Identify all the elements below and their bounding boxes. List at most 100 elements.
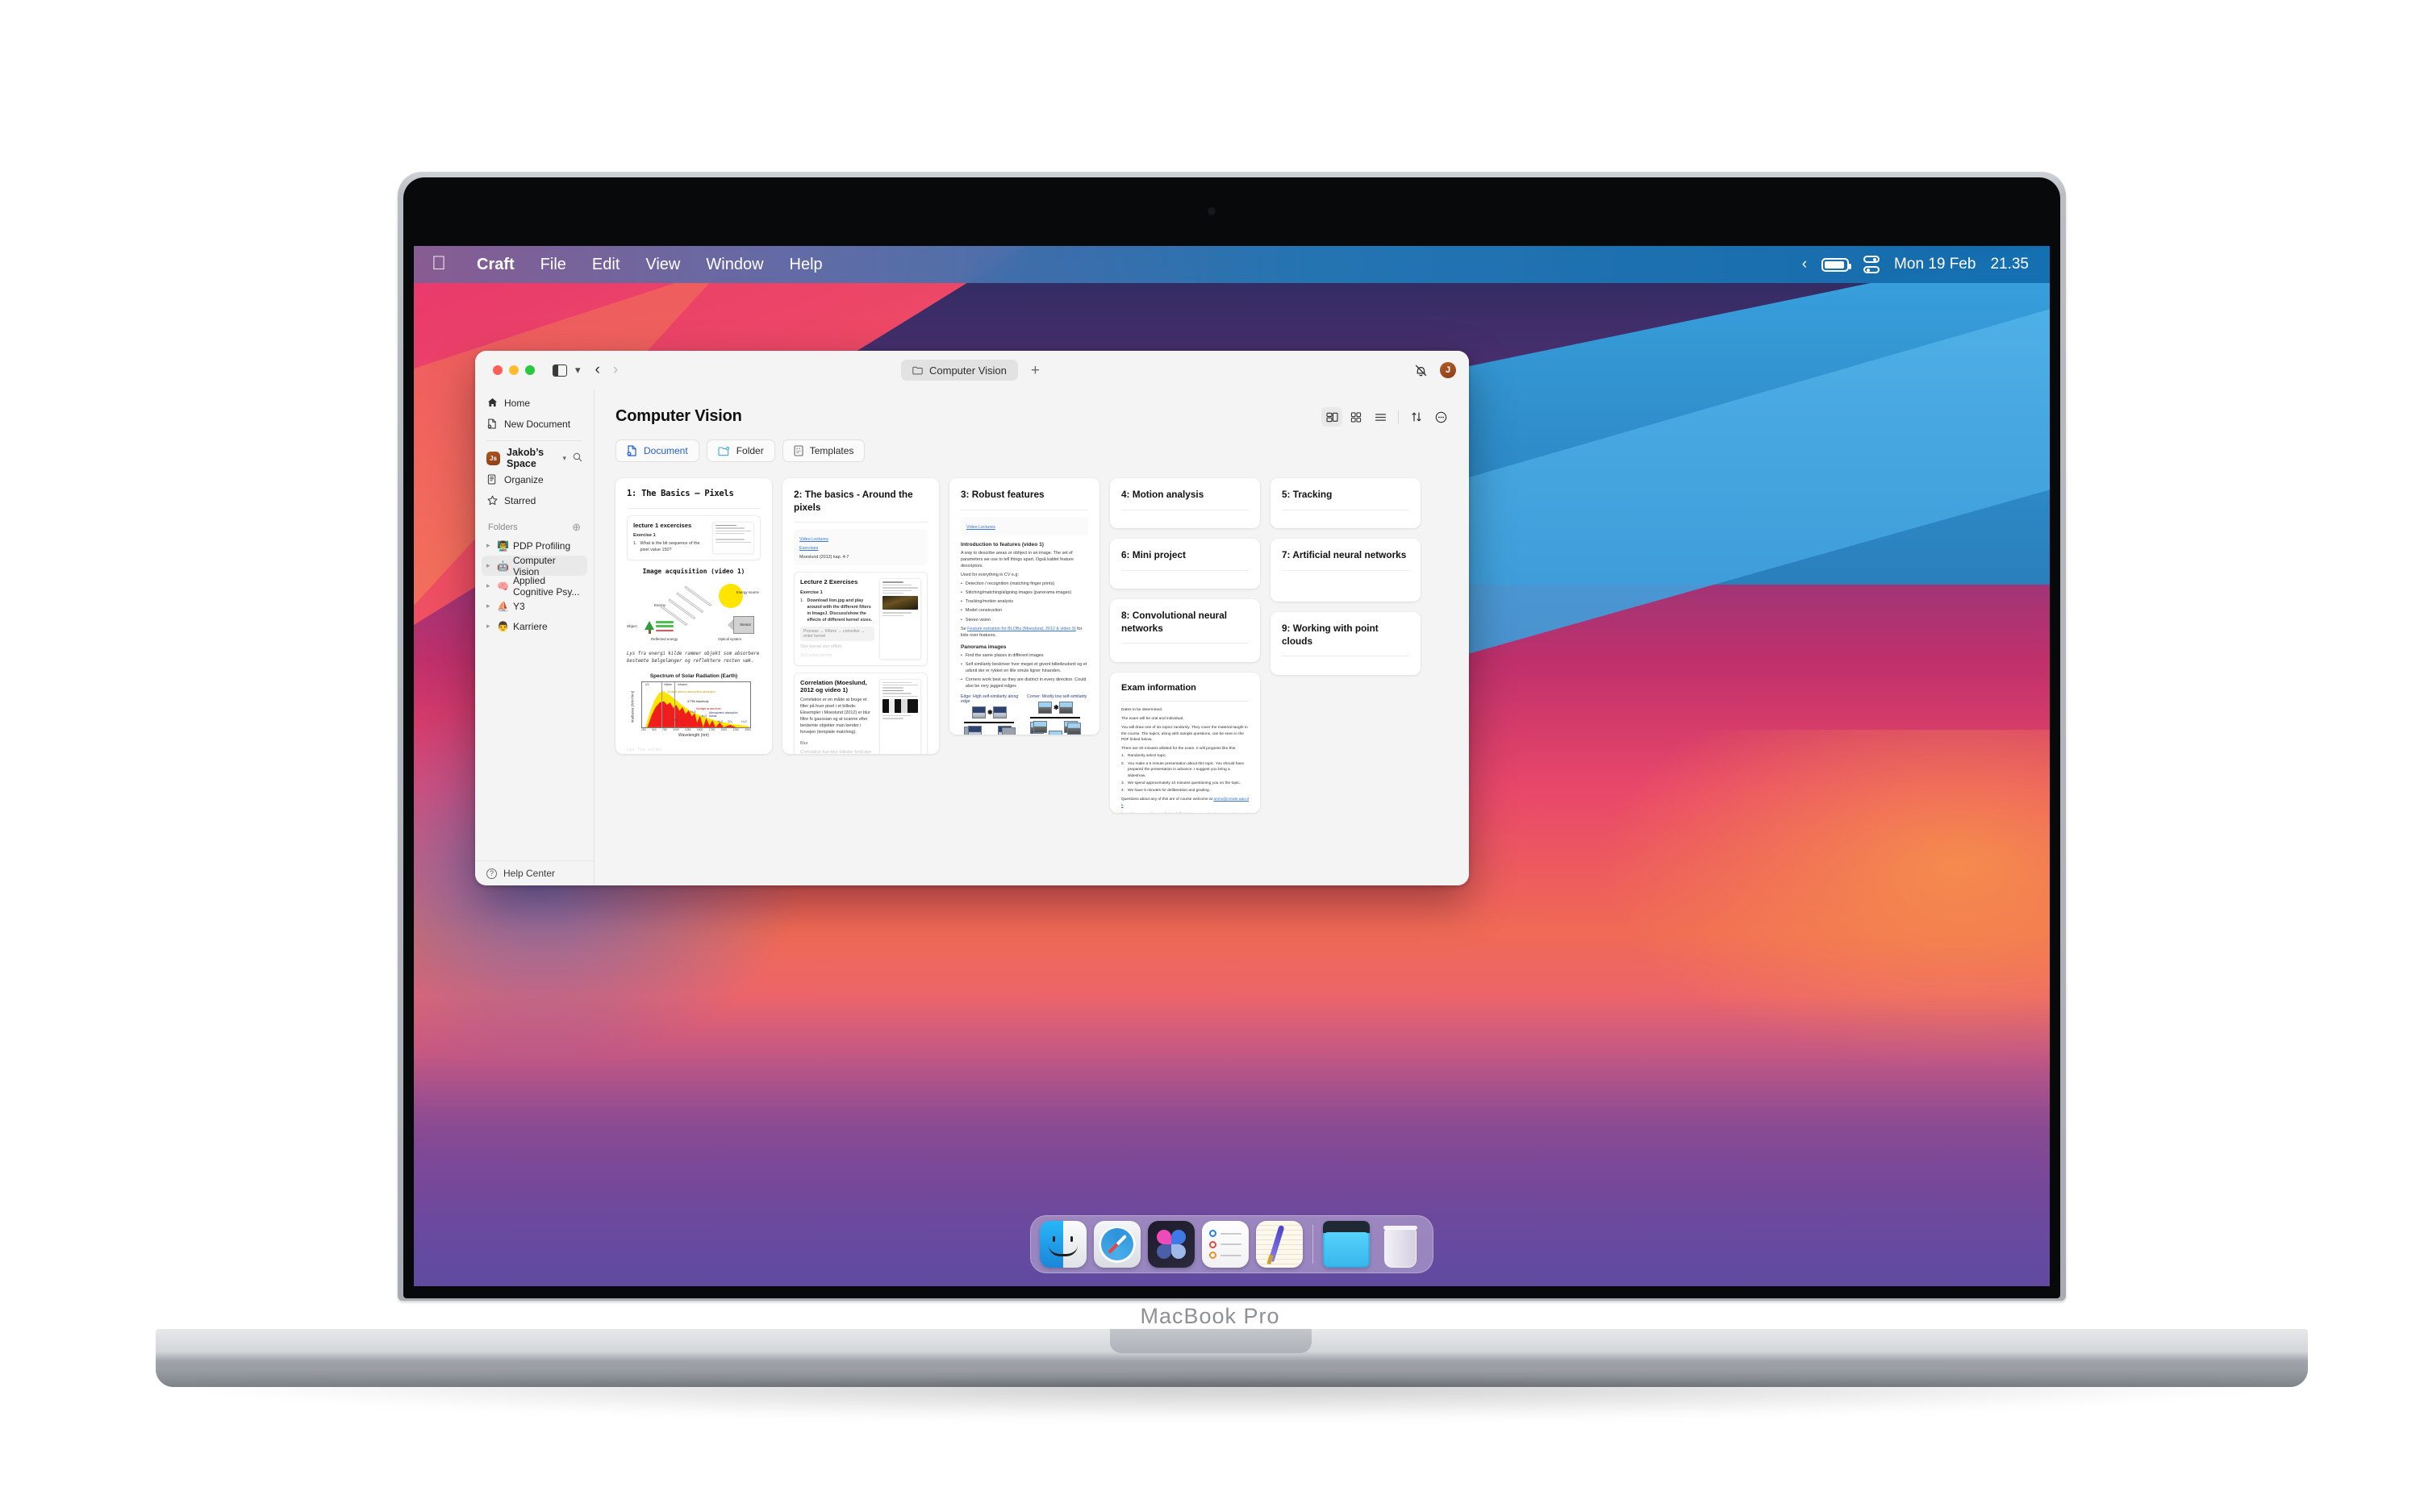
chevron-right-icon[interactable]: ▸ [486,561,493,570]
new-document-button[interactable]: Document [615,439,699,462]
chart-xticks: 250 500 750 1000 1250 1500 1750 2000 225… [641,728,751,731]
grid-view-icon[interactable] [1346,407,1366,427]
card-title: 9: Working with point clouds [1282,623,1379,647]
menu-item-file[interactable]: File [528,256,579,274]
block-link[interactable]: Video Lectures [799,536,922,543]
chevron-down-icon[interactable]: ▾ [575,364,581,377]
sidebar-folder-computer-vision[interactable]: ▸ 🤖 Computer Vision [482,554,587,577]
question-circle-icon: ? [486,868,497,879]
laptop-shadow [186,1382,2275,1419]
chart-annotation: 5778K blackbody [687,700,709,704]
chart-plot-area: Irradiance (W/m²/nm) UV Visible Infrared… [631,681,751,728]
downloads-folder-icon[interactable] [1323,1221,1370,1268]
inline-link[interactable]: Feature extration for BLOBs (Moeslund, 2… [967,627,1076,631]
block-link[interactable]: Exercises [799,545,922,552]
craft-icon[interactable] [1148,1221,1195,1268]
new-folder-button[interactable]: Folder [706,439,775,462]
embedded-block[interactable]: Correlation (Moeslund, 2012 og video 1) … [794,672,928,754]
chart-band-label: UV [645,682,649,686]
menubar-time[interactable]: 21.35 [1990,256,2029,273]
space-selector[interactable]: Js Jakob’s Space ▾ [482,447,587,469]
menubar-chevron-icon[interactable]: ‹ [1802,256,1807,273]
add-tab-button[interactable]: + [1028,363,1043,378]
chevron-right-icon[interactable]: ▸ [486,622,493,631]
menu-item-window[interactable]: Window [693,256,776,274]
menu-item-edit[interactable]: Edit [579,256,632,274]
search-icon[interactable] [573,452,582,464]
chevron-right-icon[interactable]: ▸ [486,581,493,590]
list-view-icon[interactable] [1370,407,1391,427]
add-folder-button[interactable]: ⊕ [572,521,581,534]
sidebar-item-starred[interactable]: Starred [482,490,587,511]
tab-label: Computer Vision [929,364,1007,377]
folder-emoji-icon: 👨‍🏫 [497,539,509,552]
embedded-block[interactable]: lecture 1 excercises Exercise 1 1. What … [627,514,761,560]
sort-icon[interactable] [1406,407,1427,427]
sidebar-item-organize[interactable]: Organize [482,469,587,490]
forward-button[interactable]: › [613,361,618,379]
sidebar-toggle-icon[interactable] [553,364,567,377]
templates-button[interactable]: Templates [782,439,866,462]
menubar-date[interactable]: Mon 19 Feb [1894,256,1976,273]
reminders-icon[interactable] [1202,1221,1249,1268]
apple-icon[interactable]:  [432,253,446,273]
textedit-icon[interactable] [1256,1221,1303,1268]
card-title: 3: Robust features [961,489,1045,500]
document-card-6[interactable]: 6: Mini project [1110,539,1260,589]
sidebar-item-home[interactable]: Home [482,393,587,414]
document-card-3[interactable]: 3: Robust features Video Lectures Introd… [949,478,1099,735]
sidebar-folder-karriere[interactable]: ▸ 👨 Karriere [482,616,587,636]
card-view-icon[interactable] [1321,407,1342,427]
templates-label: Templates [809,445,854,456]
view-toolbar [1321,407,1451,427]
sidebar-item-label: Home [504,398,531,409]
avatar[interactable]: J [1440,362,1456,378]
traffic-lights [493,365,535,375]
more-options-icon[interactable] [1430,407,1451,427]
chart-annotation: Sunlight at sea level [696,706,721,710]
back-button[interactable]: ‹ [595,361,600,379]
control-center-icon[interactable] [1863,256,1880,273]
sidebar-folder-label: Computer Vision [513,554,556,577]
menu-item-view[interactable]: View [632,256,693,274]
embedded-block[interactable]: Lecture 2 Exercises Exercise 1 1. Downlo… [794,572,928,666]
tab-computer-vision[interactable]: Computer Vision [901,360,1018,381]
folder-emoji-icon: ⛵ [497,600,509,612]
list-text: You make a 5 minute presentation about t… [1128,761,1245,778]
card-title: 8: Convolutional neural networks [1121,610,1228,634]
document-card-2[interactable]: 2: The basics - Around the pixels Video … [782,478,939,754]
chevron-right-icon[interactable]: ▸ [486,602,493,610]
bell-slash-icon[interactable] [1413,363,1429,378]
menu-item-craft[interactable]: Craft [464,256,528,274]
document-card-8[interactable]: 8: Convolutional neural networks [1110,599,1260,662]
document-plus-icon [627,445,636,456]
document-card-9[interactable]: 9: Working with point clouds [1270,612,1421,675]
document-card-4[interactable]: 4: Motion analysis [1110,478,1260,528]
battery-icon[interactable] [1821,257,1852,272]
maximize-window-button[interactable] [525,365,535,375]
sidebar-folder-pdp-profiling[interactable]: ▸ 👨‍🏫 PDP Profiling [482,535,587,556]
help-center-button[interactable]: ? Help Center [475,860,594,885]
block-link[interactable]: Video Lectures [966,524,1083,531]
chart-xlabel: Wavelength (nm) [678,732,709,738]
card-title: Exam information [1121,683,1196,693]
block-fade-text: 3x3 sobel kernel [800,653,832,659]
menu-item-help[interactable]: Help [777,256,836,274]
menu-bar:  Craft File Edit View Window Help ‹ Mon… [414,246,2050,283]
minimize-window-button[interactable] [509,365,519,375]
xtick: 2500 [745,727,751,731]
chevron-right-icon[interactable]: ▸ [486,541,493,550]
text-post: . [1123,803,1124,808]
sidebar-folder-applied-cognitive-psy[interactable]: ▸ 🧠 Applied Cognitive Psy... [482,575,587,598]
sidebar-item-new-document[interactable]: New Document [482,414,587,435]
document-card-exam[interactable]: Exam information Dates to be determined.… [1110,673,1260,813]
sidebar-folder-y3[interactable]: ▸ ⛵ Y3 [482,596,587,616]
close-window-button[interactable] [493,365,503,375]
safari-icon[interactable] [1094,1221,1141,1268]
document-card-7[interactable]: 7: Artificial neural networks [1270,539,1421,602]
document-card-5[interactable]: 5: Tracking [1270,478,1421,528]
finder-icon[interactable] [1040,1221,1087,1268]
document-card-1[interactable]: 1: The Basics — Pixels lecture 1 excerci… [615,478,772,754]
bullet-text: Corners work best as they are distinct i… [965,677,1087,689]
trash-icon[interactable] [1377,1221,1424,1268]
